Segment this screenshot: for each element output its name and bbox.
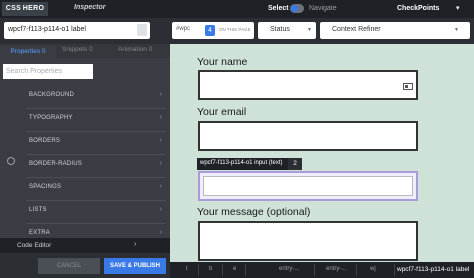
code-editor-label: Code Editor (17, 242, 52, 249)
status-dropdown[interactable]: Status ▼ (258, 22, 316, 39)
tag-count-badge: 4 (205, 25, 215, 36)
name-field[interactable] (198, 70, 418, 100)
search-placeholder: Search Properties (6, 68, 63, 75)
property-item-typography[interactable]: TYPOGRAPHY › (26, 109, 166, 132)
chevron-right-icon: › (159, 183, 162, 190)
selected-input-field[interactable] (203, 176, 413, 196)
name-label: Your name (197, 56, 248, 68)
select-mode-label[interactable]: Select (268, 5, 289, 12)
chevron-right-icon: › (159, 229, 162, 236)
breadcrumb-current[interactable]: wpcf7-f113-p114-o1 label (397, 266, 469, 273)
tooltip-text: wpcf7-f113-p114-o1 input (text) (200, 160, 283, 166)
tab-properties[interactable]: Properties 0 (0, 46, 56, 58)
property-item-lists[interactable]: LISTS › (26, 201, 166, 224)
property-label: TYPOGRAPHY (29, 115, 73, 121)
breadcrumb-item[interactable]: e (233, 266, 236, 272)
breadcrumb-item[interactable]: entry-... (326, 266, 346, 272)
property-item-spacings[interactable]: SPACINGS › (26, 178, 166, 201)
tab-animation[interactable]: Animation 0 (118, 46, 152, 53)
property-item-background[interactable]: BACKGROUND › (26, 86, 166, 109)
breadcrumb-item[interactable]: entry-... (279, 266, 299, 272)
tag-value: #wpc (176, 26, 191, 32)
message-field[interactable] (198, 221, 418, 261)
menu-icon[interactable] (137, 24, 147, 36)
property-item-border-radius[interactable]: BORDER-RADIUS › (26, 155, 166, 178)
property-label: BORDERS (29, 138, 61, 144)
property-list: BACKGROUND › TYPOGRAPHY › BORDERS › BORDER-… (26, 86, 166, 247)
context-refiner-label: Context Refiner (332, 26, 381, 33)
context-refiner-dropdown[interactable]: Context Refiner ▼ (320, 22, 470, 39)
property-label: EXTRA (29, 230, 51, 236)
selector-value: wpcf7-f113-p114-o1 label (8, 26, 86, 33)
breadcrumb-separator (314, 264, 315, 276)
code-editor-button[interactable]: Code Editor › (0, 238, 170, 253)
email-label: Your email (197, 106, 247, 118)
checkpoints-button[interactable]: CheckPoints (397, 5, 439, 12)
chevron-right-icon: › (134, 241, 137, 248)
property-item-borders[interactable]: BORDERS › (26, 132, 166, 155)
breadcrumb-item[interactable]: t (186, 266, 188, 272)
search-properties-input[interactable]: Search Properties (3, 64, 93, 79)
property-label: LISTS (29, 207, 47, 213)
property-label: BORDER-RADIUS (29, 161, 82, 167)
property-label: SPACINGS (29, 184, 62, 190)
property-label: BACKGROUND (29, 92, 75, 98)
breadcrumb-separator (245, 264, 246, 276)
inspector-label: Inspector (74, 4, 106, 11)
chevron-right-icon: › (159, 114, 162, 121)
tooltip-count-badge: 2 (288, 158, 302, 170)
on-this-page-label: ON THIS PAGE (219, 27, 251, 32)
breadcrumb-separator (198, 264, 199, 276)
chevron-down-icon: ▼ (307, 27, 312, 33)
status-label: Status (270, 26, 290, 33)
chevron-right-icon: › (159, 91, 162, 98)
chevron-down-icon[interactable]: ▾ (456, 4, 460, 12)
breadcrumb-item[interactable]: wj (370, 266, 376, 272)
tab-snippets[interactable]: Snippets 0 (62, 46, 93, 53)
element-tooltip: wpcf7-f113-p114-o1 input (text) (197, 158, 299, 170)
selector-field[interactable]: wpcf7-f113-p114-o1 label (4, 22, 150, 39)
border-radius-icon (7, 157, 15, 165)
chevron-right-icon: › (159, 206, 162, 213)
mode-toggle[interactable] (290, 4, 304, 13)
chevron-right-icon: › (159, 160, 162, 167)
email-field[interactable] (198, 121, 418, 151)
navigate-mode-label[interactable]: Navigate (309, 5, 337, 12)
contact-card-icon (403, 83, 413, 90)
save-publish-button[interactable]: SAVE & PUBLISH (104, 258, 166, 274)
message-label: Your message (optional) (197, 206, 311, 218)
breadcrumb-separator (394, 264, 395, 276)
breadcrumb-separator (222, 264, 223, 276)
chevron-right-icon: › (159, 137, 162, 144)
breadcrumb-separator (356, 264, 357, 276)
breadcrumb-item[interactable]: b (209, 266, 212, 272)
cancel-button[interactable]: CANCEL (38, 258, 100, 274)
app-logo[interactable]: CSS HERO (2, 2, 48, 16)
tag-selector[interactable]: #wpc 4 ON THIS PAGE (172, 22, 254, 39)
chevron-down-icon: ▼ (454, 27, 459, 33)
